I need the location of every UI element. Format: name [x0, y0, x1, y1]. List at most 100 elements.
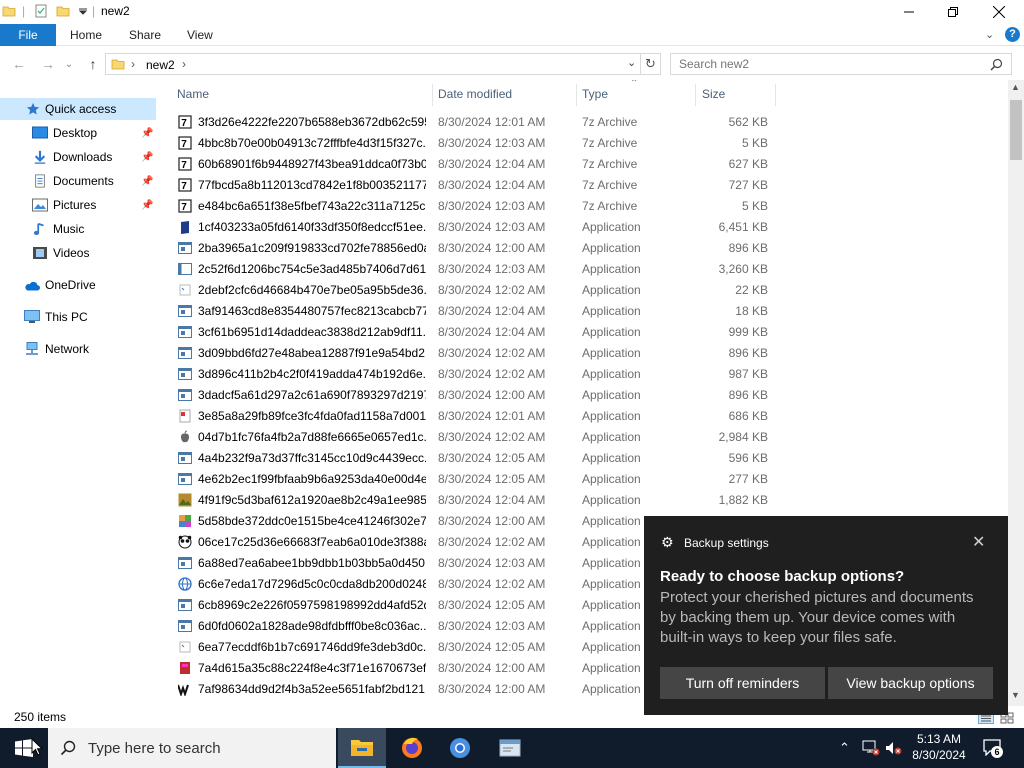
file-name: e484bc6a651f38e5fbef743a22c311a7125c...	[198, 199, 426, 213]
show-hidden-icons[interactable]: ⌃	[839, 740, 850, 756]
nav-quick-access[interactable]: Quick access	[0, 98, 156, 120]
taskbar-firefox[interactable]	[388, 728, 436, 768]
pin-icon[interactable]: 📌	[141, 200, 153, 211]
scroll-down-icon[interactable]: ▼	[1011, 690, 1020, 700]
application-file-icon	[178, 388, 192, 402]
mouse-cursor-icon	[31, 738, 43, 756]
file-row[interactable]: 7 3f3d26e4222fe2207b6588eb3672db62c595...…	[170, 112, 775, 133]
nav-videos[interactable]: Videos	[0, 242, 156, 264]
column-header-type[interactable]: Type	[582, 87, 608, 101]
file-row[interactable]: 7 4bbc8b70e00b04913c72fffbfe4d3f15f327c..…	[170, 133, 775, 154]
address-dropdown-icon[interactable]: ⌄	[627, 56, 636, 69]
column-header-name[interactable]: Name	[177, 87, 209, 101]
file-date-modified: 8/30/2024 12:03 AM	[438, 262, 546, 276]
nav-network[interactable]: Network	[0, 338, 156, 360]
file-type: Application	[582, 220, 641, 234]
nav-documents[interactable]: Documents 📌	[0, 170, 156, 192]
file-type: Application	[582, 346, 641, 360]
vertical-scrollbar[interactable]: ▲ ▼	[1008, 80, 1024, 706]
system-clock[interactable]: 5:13 AM 8/30/2024	[906, 731, 972, 763]
file-row[interactable]: 3e85a8a29fb89fce3fc4fda0fad1158a7d001...…	[170, 406, 775, 427]
nav-label: Music	[53, 222, 85, 236]
back-button[interactable]: ←	[8, 54, 30, 74]
column-separator[interactable]	[695, 84, 696, 106]
address-bar[interactable]: › new2 › ⌄	[105, 53, 641, 75]
column-header-date[interactable]: Date modified	[438, 87, 512, 101]
column-separator[interactable]	[576, 84, 577, 106]
scroll-up-icon[interactable]: ▲	[1011, 82, 1020, 92]
firefox-icon	[402, 737, 422, 758]
taskbar-chromium[interactable]	[436, 728, 484, 768]
file-row[interactable]: 3dadcf5a61d297a2c61a690f7893297d2197... 8…	[170, 385, 775, 406]
help-icon[interactable]: ?	[1005, 27, 1020, 42]
action-center-button[interactable]: 6	[982, 738, 1004, 758]
file-row[interactable]: 7 77fbcd5a8b112013cd7842e1f8b003521177...…	[170, 175, 775, 196]
pin-icon[interactable]: 📌	[141, 176, 153, 187]
navigation-pane: Quick access Desktop 📌 Downloads 📌 Docum…	[0, 96, 160, 706]
pin-icon[interactable]: 📌	[141, 128, 153, 139]
nav-pictures[interactable]: Pictures 📌	[0, 194, 156, 216]
close-button[interactable]	[976, 0, 1022, 24]
minimize-button[interactable]	[886, 0, 932, 24]
breadcrumb-segment[interactable]: new2	[146, 58, 175, 72]
new-folder-icon[interactable]	[56, 4, 70, 18]
search-box[interactable]	[670, 53, 1012, 75]
nav-music[interactable]: Music	[0, 218, 156, 240]
app-window-icon	[499, 739, 521, 757]
tab-share[interactable]: Share	[129, 24, 161, 46]
up-button[interactable]: ↑	[82, 54, 104, 74]
nav-downloads[interactable]: Downloads 📌	[0, 146, 156, 168]
file-row[interactable]: 3d09bbd6fd27e48abea12887f91e9a54bd2... 8/…	[170, 343, 775, 364]
tab-home[interactable]: Home	[70, 24, 102, 46]
window-title: new2	[101, 4, 130, 18]
application-file-icon	[178, 220, 192, 234]
customize-toolbar-icon[interactable]	[76, 4, 90, 18]
nav-this-pc[interactable]: This PC	[0, 306, 156, 328]
search-input[interactable]	[671, 54, 971, 74]
taskbar-search[interactable]: Type here to search	[48, 728, 336, 768]
column-separator[interactable]	[775, 84, 776, 106]
file-date-modified: 8/30/2024 12:05 AM	[438, 598, 546, 612]
file-row[interactable]: 3af91463cd8e8354480757fec8213cabcb77... 8…	[170, 301, 775, 322]
file-size: 1,882 KB	[718, 493, 768, 507]
nav-onedrive[interactable]: OneDrive	[0, 274, 156, 296]
file-row[interactable]: 3d896c411b2b4c2f0f419adda474b192d6e... 8/…	[170, 364, 775, 385]
file-row[interactable]: 2debf2cfc6d46684b470e7be05a95b5de36... 8/…	[170, 280, 775, 301]
column-separator[interactable]	[432, 84, 433, 106]
file-row[interactable]: 7 e484bc6a651f38e5fbef743a22c311a7125c...…	[170, 196, 775, 217]
volume-muted-icon[interactable]	[884, 740, 902, 756]
expand-ribbon-icon[interactable]: ⌄	[985, 28, 994, 41]
column-header-size[interactable]: Size	[702, 87, 725, 101]
file-row[interactable]: 4f91f9c5d3baf612a1920ae8b2c49a1ee985... 8…	[170, 490, 775, 511]
tab-file[interactable]: File	[0, 24, 56, 46]
backup-notification[interactable]: ⚙ Backup settings ✕ Ready to choose back…	[644, 516, 1008, 715]
maximize-button[interactable]	[930, 0, 976, 24]
file-size: 987 KB	[728, 367, 768, 381]
file-row[interactable]: 3cf61b6951d14daddeac3838d212ab9df11... 8/…	[170, 322, 775, 343]
file-row[interactable]: 4e62b2ec1f99fbfaab9b6a9253da40e00d4e... 8…	[170, 469, 775, 490]
file-row[interactable]: 1cf403233a05fd6140f33df350f8edccf51ee...…	[170, 217, 775, 238]
nav-desktop[interactable]: Desktop 📌	[0, 122, 156, 144]
tab-view[interactable]: View	[187, 24, 213, 46]
svg-text:7: 7	[181, 160, 187, 171]
scroll-thumb[interactable]	[1010, 100, 1022, 160]
taskbar-file-explorer[interactable]	[338, 728, 386, 768]
file-row[interactable]: 2ba3965a1c209f919833cd702fe78856ed0a... 8…	[170, 238, 775, 259]
recent-locations-button[interactable]: ⌄	[58, 54, 80, 74]
file-type: 7z Archive	[582, 199, 638, 213]
properties-icon[interactable]	[34, 4, 48, 18]
taskbar-app-window[interactable]	[486, 728, 534, 768]
file-row[interactable]: 2c52f6d1206bc754c5e3ad485b7406d7d61... 8/…	[170, 259, 775, 280]
notification-close-button[interactable]: ✕	[972, 532, 985, 552]
view-backup-options-button[interactable]: View backup options	[828, 667, 993, 699]
file-row[interactable]: 4a4b232f9a73d37ffc3145cc10d9c4439ecc... 8…	[170, 448, 775, 469]
notification-body: Protect your cherished pictures and docu…	[660, 589, 974, 646]
turn-off-reminders-button[interactable]: Turn off reminders	[660, 667, 825, 699]
pin-icon[interactable]: 📌	[141, 152, 153, 163]
refresh-button[interactable]: ↻	[641, 53, 661, 75]
file-row[interactable]: 7 60b68901f6b9448927f43bea91ddca0f73b0...…	[170, 154, 775, 175]
network-status-icon[interactable]	[862, 740, 880, 756]
forward-button[interactable]: →	[37, 54, 59, 74]
file-date-modified: 8/30/2024 12:03 AM	[438, 136, 546, 150]
file-row[interactable]: 04d7b1fc76fa4fb2a7d88fe6665e0657ed1c... 8…	[170, 427, 775, 448]
